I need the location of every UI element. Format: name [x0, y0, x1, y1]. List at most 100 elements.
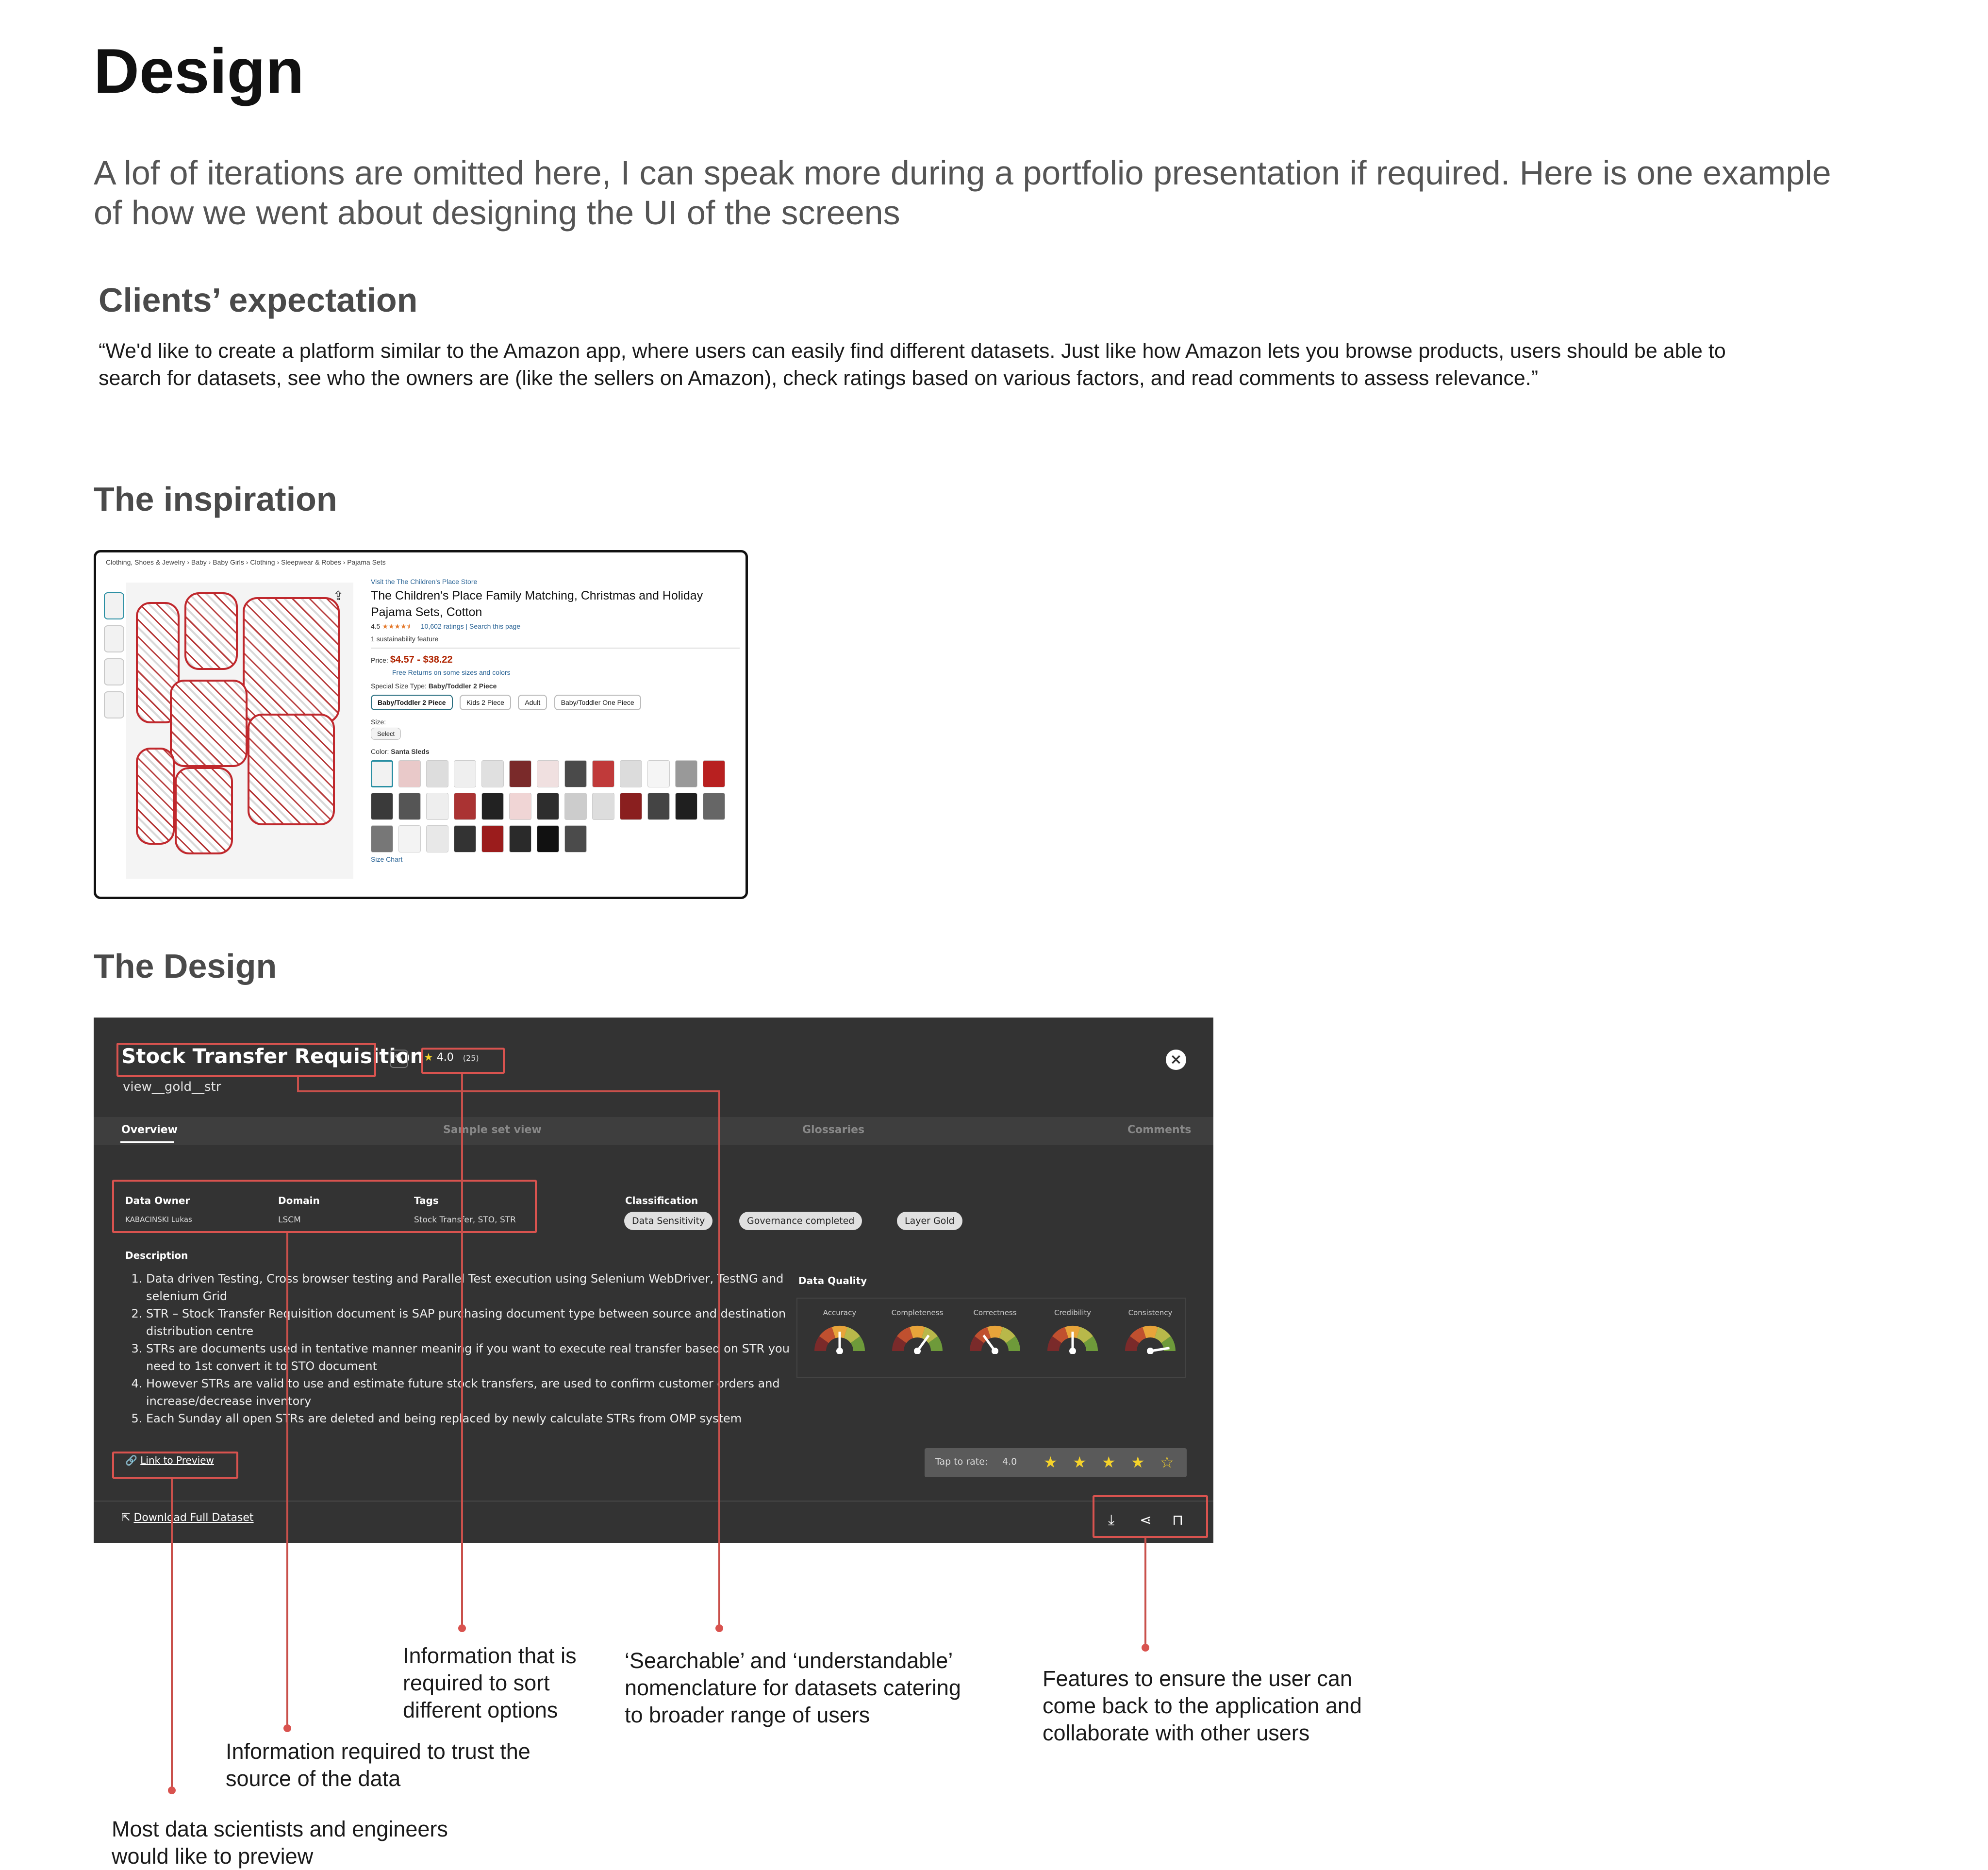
size-option[interactable]: Baby/Toddler One Piece: [554, 695, 641, 710]
rate-star-icon[interactable]: ★: [1131, 1453, 1145, 1471]
rate-star-icon[interactable]: ★: [1102, 1453, 1116, 1471]
page-title: Design: [94, 35, 304, 106]
product-details: Visit the The Children's Place Store The…: [371, 578, 740, 863]
clients-quote: “We'd like to create a platform similar …: [99, 339, 1726, 390]
rate-star-empty-icon[interactable]: ☆: [1160, 1453, 1174, 1471]
color-swatch[interactable]: [481, 793, 504, 820]
description-item: Data driven Testing, Cross browser testi…: [146, 1270, 792, 1305]
color-swatch[interactable]: [537, 825, 559, 852]
tab-comments[interactable]: Comments: [1127, 1124, 1191, 1136]
color-row: Color: Santa Sleds: [371, 748, 430, 755]
color-swatch[interactable]: [481, 825, 504, 852]
search-page-link[interactable]: Search this page: [469, 622, 520, 630]
size-option[interactable]: Adult: [518, 695, 547, 710]
store-link[interactable]: Visit the The Children's Place Store: [371, 578, 740, 585]
chip-data-sensitivity: Data Sensitivity: [624, 1212, 713, 1230]
tab-overview[interactable]: Overview: [121, 1124, 178, 1136]
gauge-label: Accuracy: [823, 1308, 857, 1317]
download-full-dataset[interactable]: ⇱ Download Full Dataset: [121, 1512, 254, 1524]
product-rating: 4.5 ★★★★⯨ 10,602 ratings | Search this p…: [371, 622, 521, 630]
color-swatch[interactable]: [398, 793, 421, 820]
color-swatch[interactable]: [703, 760, 725, 787]
color-swatch[interactable]: [592, 793, 614, 820]
data-quality-gauges: Accuracy Completeness Correctness Credibili…: [796, 1298, 1186, 1378]
sustainability-feature[interactable]: 1 sustainability feature: [371, 635, 740, 643]
gauge-hub: [1069, 1348, 1076, 1354]
color-swatch[interactable]: [371, 793, 393, 820]
gauge-accuracy: Accuracy: [803, 1308, 876, 1356]
color-swatch[interactable]: [703, 793, 725, 820]
color-swatch[interactable]: [675, 793, 697, 820]
gauge-completeness: Completeness: [881, 1308, 954, 1356]
thumbnail-video[interactable]: [104, 691, 124, 718]
color-swatch[interactable]: [620, 760, 642, 787]
color-swatch[interactable]: [398, 760, 421, 787]
annotation-trust: Information required to trust the source…: [226, 1739, 530, 1791]
close-icon[interactable]: ×: [1166, 1050, 1186, 1070]
color-swatch[interactable]: [398, 825, 421, 852]
color-swatch[interactable]: [454, 760, 476, 787]
data-quality-label: Data Quality: [798, 1275, 867, 1286]
owner-highlight: [112, 1180, 537, 1233]
gauge-label: Correctness: [973, 1308, 1017, 1317]
inspiration-heading: The inspiration: [94, 480, 337, 518]
color-swatch[interactable]: [371, 825, 393, 852]
color-swatch[interactable]: [537, 760, 559, 787]
size-type-row: Special Size Type: Baby/Toddler 2 Piece: [371, 682, 497, 690]
thumbnail-2[interactable]: [104, 625, 124, 652]
color-swatch[interactable]: [371, 760, 393, 787]
color-swatch[interactable]: [509, 825, 531, 852]
tap-to-rate: Tap to rate: 4.0 ★ ★ ★ ★ ☆: [925, 1448, 1187, 1477]
color-swatch[interactable]: [564, 825, 587, 852]
color-swatch[interactable]: [564, 760, 587, 787]
color-swatch[interactable]: [481, 760, 504, 787]
size-select[interactable]: Select: [371, 728, 401, 740]
color-swatch[interactable]: [454, 825, 476, 852]
color-swatch[interactable]: [454, 793, 476, 820]
rate-star-icon[interactable]: ★: [1044, 1453, 1058, 1471]
color-swatch[interactable]: [426, 793, 448, 820]
rate-star-icon[interactable]: ★: [1073, 1453, 1087, 1471]
gauge-hub: [836, 1348, 843, 1354]
size-label: Size:: [371, 718, 386, 726]
breadcrumb: Clothing, Shoes & Jewelry › Baby › Baby …: [106, 558, 386, 566]
color-swatch[interactable]: [426, 825, 448, 852]
color-swatch[interactable]: [509, 793, 531, 820]
product-title: The Children's Place Family Matching, Ch…: [371, 589, 703, 619]
chip-governance: Governance completed: [739, 1212, 862, 1230]
free-returns-link[interactable]: Free Returns on some sizes and colors: [392, 668, 740, 676]
product-image: [126, 583, 353, 879]
size-option[interactable]: Baby/Toddler 2 Piece: [371, 695, 453, 710]
size-option[interactable]: Kids 2 Piece: [460, 695, 511, 710]
color-swatch[interactable]: [620, 793, 642, 820]
color-swatch[interactable]: [537, 793, 559, 820]
ratings-count-link[interactable]: 10,602 ratings: [421, 622, 464, 630]
tab-glossaries[interactable]: Glossaries: [802, 1124, 864, 1136]
gauge-dial: [970, 1326, 1020, 1354]
actions-highlight: [1093, 1495, 1208, 1538]
edit-icon[interactable]: ✎: [390, 1050, 408, 1068]
color-swatch[interactable]: [647, 760, 670, 787]
tap-rating-value: 4.0: [1002, 1456, 1017, 1467]
gauge-dial: [814, 1326, 865, 1354]
color-swatches: [371, 760, 730, 852]
thumbnail-3[interactable]: [104, 658, 124, 685]
description-item: However STRs are valid to use and estima…: [146, 1375, 792, 1410]
price-row: Price: $4.57 - $38.22: [371, 654, 453, 665]
preview-highlight: [112, 1452, 238, 1479]
share-icon[interactable]: ⇪: [333, 588, 344, 603]
color-swatch[interactable]: [675, 760, 697, 787]
tab-sample-set-view[interactable]: Sample set view: [443, 1124, 542, 1136]
thumbnail-1[interactable]: [104, 592, 124, 619]
color-swatch[interactable]: [564, 793, 587, 820]
rating-highlight: [421, 1048, 505, 1074]
color-swatch[interactable]: [592, 760, 614, 787]
color-swatch[interactable]: [426, 760, 448, 787]
clients-heading: Clients’ expectation: [99, 281, 418, 319]
description-item: STRs are documents used in tentative man…: [146, 1340, 792, 1375]
color-swatch[interactable]: [509, 760, 531, 787]
gauge-correctness: Correctness: [959, 1308, 1031, 1356]
size-type-options: Baby/Toddler 2 Piece Kids 2 Piece Adult …: [371, 695, 740, 710]
size-chart-link[interactable]: Size Chart: [371, 855, 740, 863]
color-swatch[interactable]: [647, 793, 670, 820]
